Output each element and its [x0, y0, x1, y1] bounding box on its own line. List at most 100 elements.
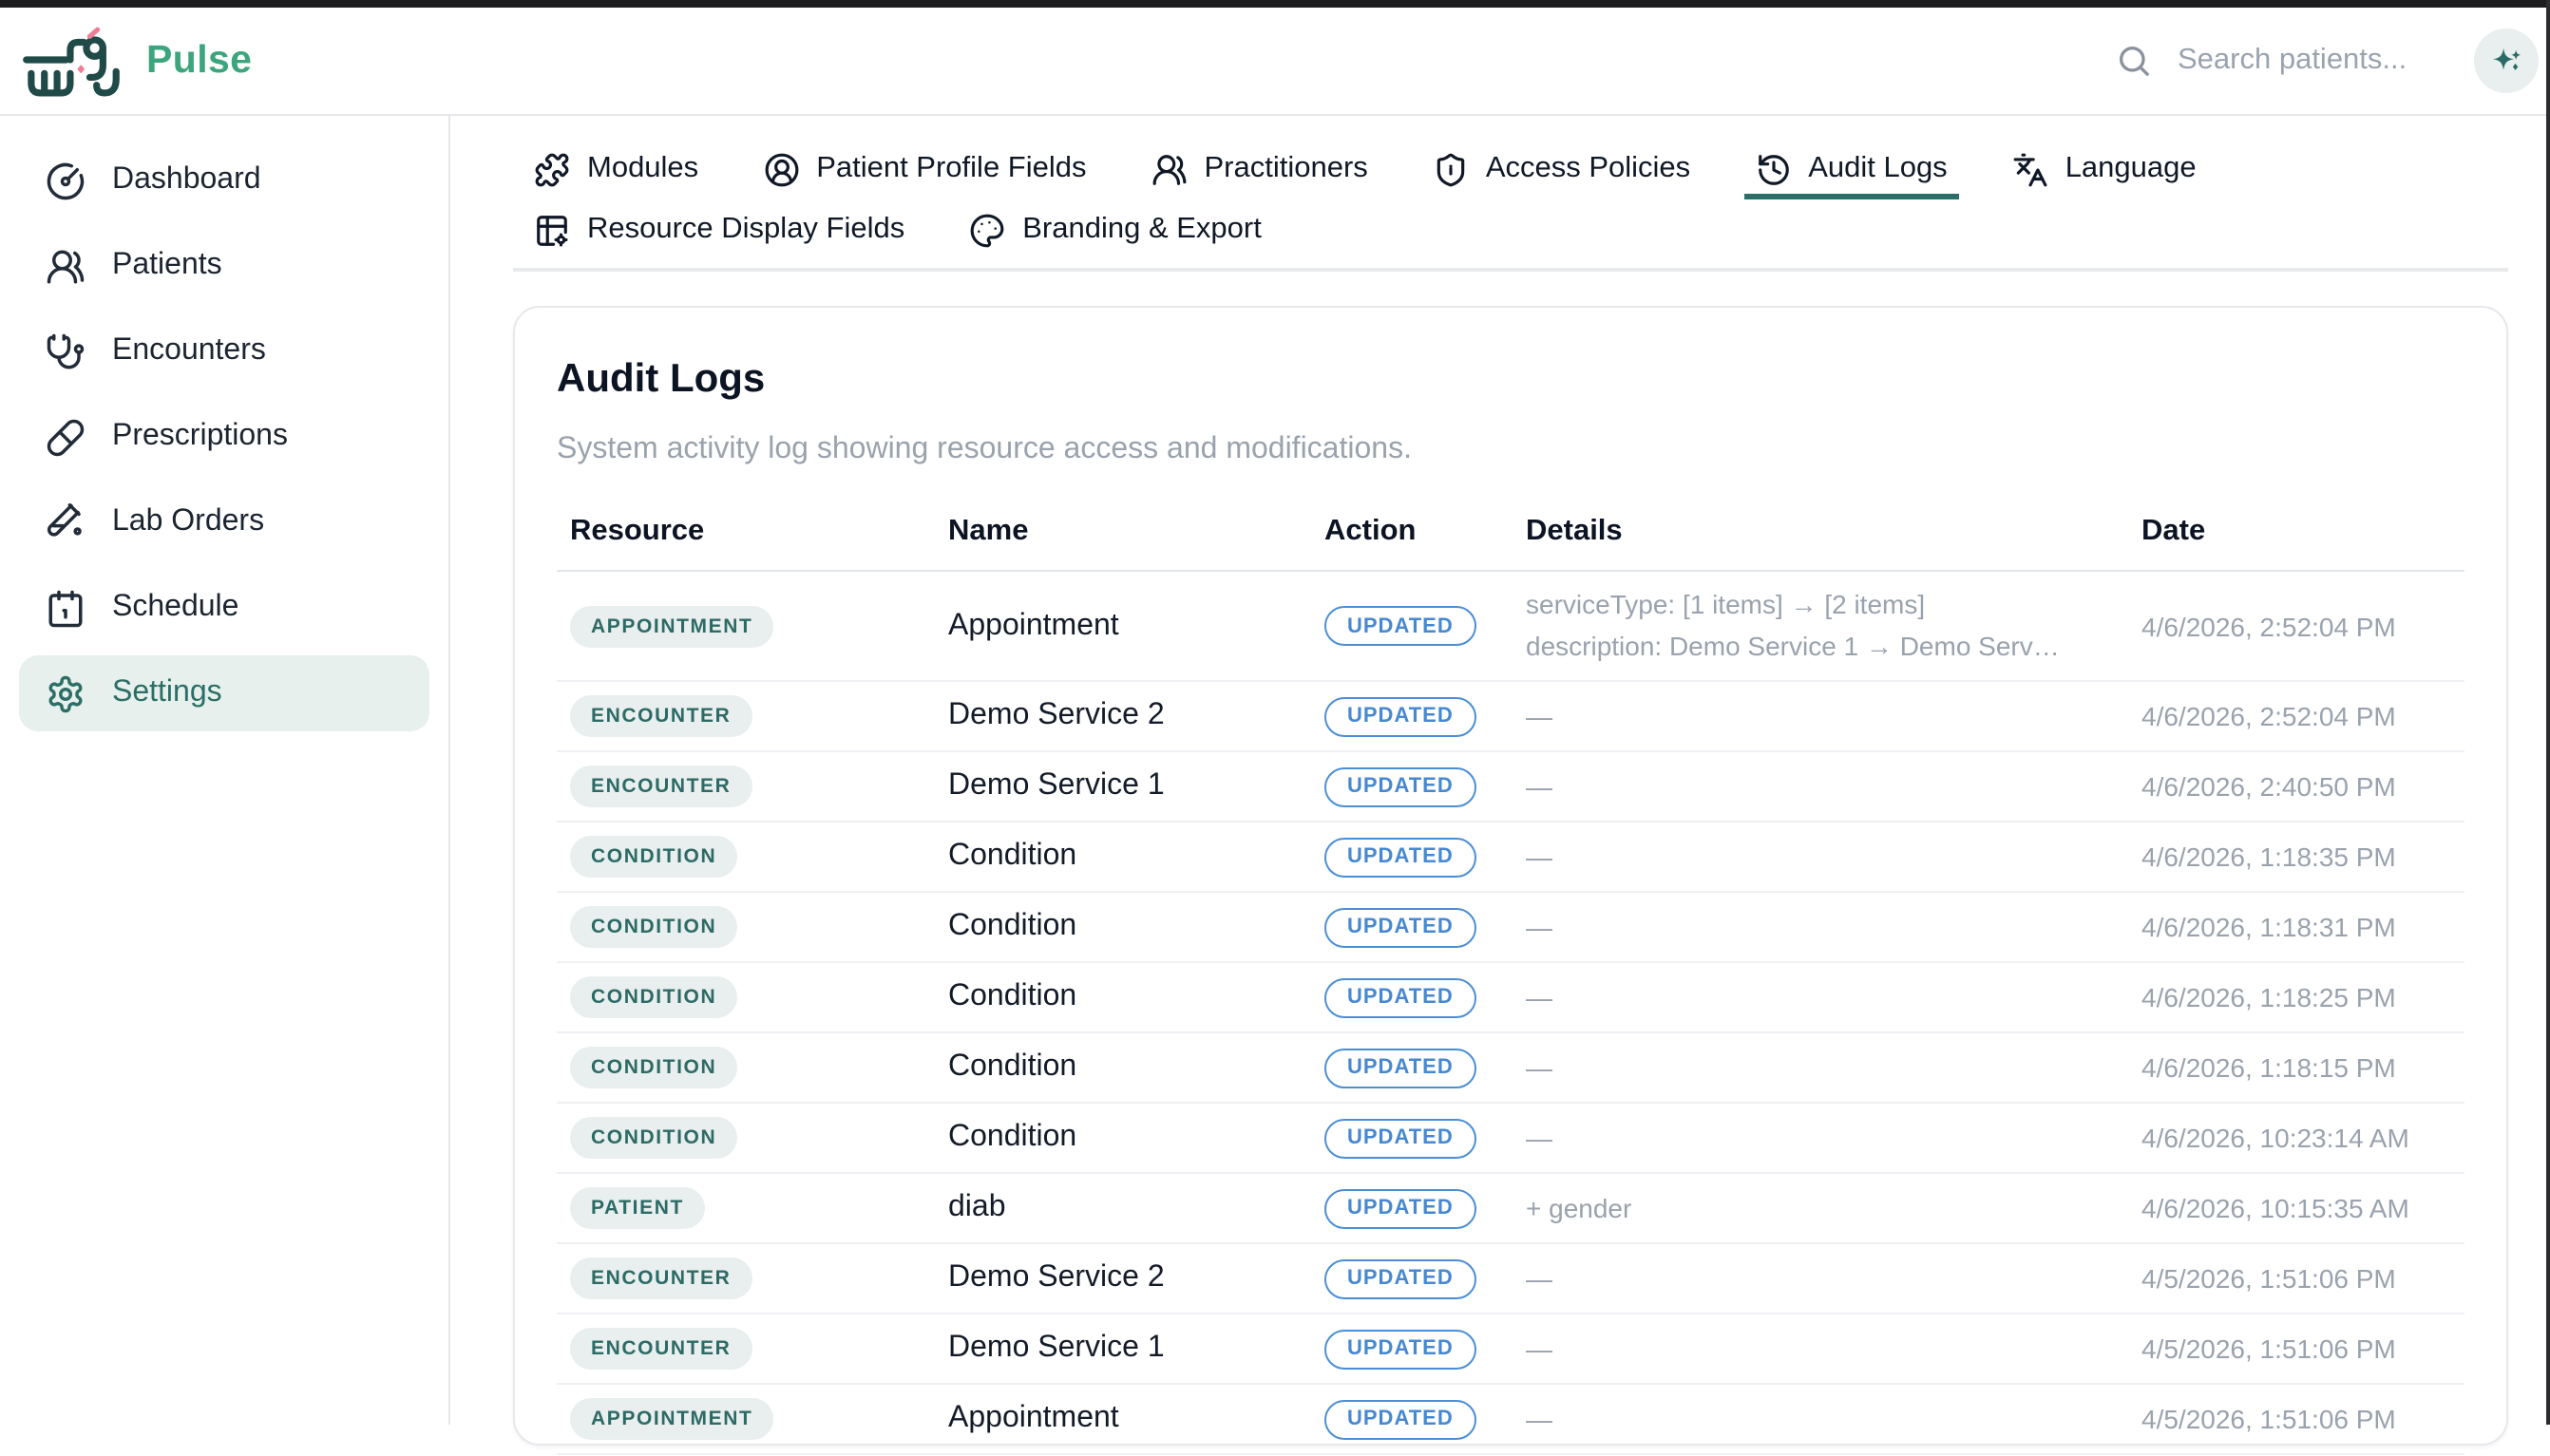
action-badge: UPDATED — [1324, 1259, 1476, 1299]
table-row: CONDITION Condition UPDATED — 4/6/2026, … — [557, 894, 2464, 964]
sidebar-item-encounters[interactable]: Encounters — [19, 313, 429, 389]
tab-label: Practitioners — [1205, 152, 1368, 186]
tab-audit-logs[interactable]: Audit Logs — [1743, 139, 1959, 199]
row-date: 4/6/2026, 10:23:14 AM — [2141, 1124, 2464, 1154]
tab-label: Audit Logs — [1808, 152, 1948, 186]
resource-badge: PATIENT — [570, 1188, 705, 1230]
details-line: — — [1526, 1329, 2122, 1370]
tab-resource-display-fields[interactable]: Resource Display Fields — [523, 199, 916, 260]
resource-badge: ENCOUNTER — [570, 696, 752, 738]
main-content: Modules Patient Profile Fields Practitio… — [450, 116, 2550, 1425]
tab-access-policies[interactable]: Access Policies — [1421, 139, 1702, 199]
tab-modules[interactable]: Modules — [523, 139, 710, 199]
table-header: Resource Name Action Details Date — [557, 494, 2464, 572]
audit-logs-panel: Audit Logs System activity log showing r… — [513, 306, 2508, 1446]
row-date: 4/5/2026, 1:51:06 PM — [2141, 1264, 2464, 1295]
user-circle-icon — [763, 151, 799, 187]
details-line: serviceType: [1 items] → [2 items] — [1526, 585, 2122, 626]
sidebar-item-lab-orders[interactable]: Lab Orders — [19, 484, 429, 560]
row-date: 4/5/2026, 1:51:06 PM — [2141, 1405, 2464, 1435]
row-name: Appointment — [948, 1403, 1324, 1437]
details-line: — — [1526, 1118, 2122, 1159]
table-row: ENCOUNTER Demo Service 2 UPDATED — 4/5/2… — [557, 1245, 2464, 1315]
row-details: — — [1526, 907, 2141, 948]
tab-branding-export[interactable]: Branding & Export — [958, 199, 1273, 260]
table-row: PATIENT diab UPDATED + gender 4/6/2026, … — [557, 1175, 2464, 1245]
sidebar-item-label: Patients — [112, 249, 222, 283]
table-row: APPOINTMENT Appointment UPDATED — 4/5/20… — [557, 1386, 2464, 1456]
table-row: ENCOUNTER Demo Service 1 UPDATED — 4/5/2… — [557, 1315, 2464, 1386]
table-row: CONDITION Condition UPDATED — 4/6/2026, … — [557, 964, 2464, 1034]
sidebar-item-patients[interactable]: Patients — [19, 228, 429, 304]
tab-label: Resource Display Fields — [587, 213, 904, 247]
resource-badge: APPOINTMENT — [570, 605, 773, 647]
action-badge: UPDATED — [1324, 838, 1476, 878]
audit-table-body: APPOINTMENT Appointment UPDATED serviceT… — [557, 572, 2464, 1456]
row-details: + gender — [1526, 1188, 2141, 1229]
row-date: 4/6/2026, 2:40:50 PM — [2141, 772, 2464, 803]
sidebar-item-dashboard[interactable]: Dashboard — [19, 142, 429, 218]
row-name: Condition — [948, 1051, 1324, 1086]
sidebar-item-label: Dashboard — [112, 163, 261, 198]
row-name: Demo Service 1 — [948, 770, 1324, 804]
row-name: Demo Service 1 — [948, 1333, 1324, 1367]
action-badge: UPDATED — [1324, 908, 1476, 948]
window-right-edge — [2546, 0, 2550, 1425]
row-details: serviceType: [1 items] → [2 items]descri… — [1526, 585, 2141, 668]
row-date: 4/6/2026, 2:52:04 PM — [2141, 611, 2464, 641]
waj-logo-icon — [23, 25, 122, 97]
sidebar-item-label: Schedule — [112, 591, 238, 625]
column-header-action: Action — [1324, 515, 1526, 549]
row-details: — — [1526, 1118, 2141, 1159]
sidebar-item-schedule[interactable]: Schedule — [19, 570, 429, 646]
panel-title: Audit Logs — [557, 357, 2464, 403]
tab-patient-profile-fields[interactable]: Patient Profile Fields — [752, 139, 1097, 199]
action-badge: UPDATED — [1324, 978, 1476, 1018]
details-line: + gender — [1526, 1188, 2122, 1229]
table-row: ENCOUNTER Demo Service 1 UPDATED — 4/6/2… — [557, 753, 2464, 823]
tab-practitioners[interactable]: Practitioners — [1140, 139, 1380, 199]
row-date: 4/6/2026, 1:18:25 PM — [2141, 983, 2464, 1013]
search-input[interactable] — [2174, 42, 2444, 80]
column-header-name: Name — [948, 515, 1324, 549]
stethoscope-icon — [46, 331, 86, 371]
resource-badge: ENCOUNTER — [570, 766, 752, 808]
tab-label: Patient Profile Fields — [816, 152, 1086, 186]
row-details: — — [1526, 1329, 2141, 1370]
action-badge: UPDATED — [1324, 767, 1476, 807]
sidebar-item-label: Settings — [112, 676, 222, 710]
row-details: — — [1526, 696, 2141, 737]
resource-badge: CONDITION — [570, 837, 737, 879]
resource-badge: CONDITION — [570, 1118, 737, 1160]
details-line: — — [1526, 1258, 2122, 1299]
sidebar-item-settings[interactable]: Settings — [19, 655, 429, 731]
tab-language[interactable]: Language — [2001, 139, 2208, 199]
column-header-details: Details — [1526, 515, 2141, 549]
action-badge: UPDATED — [1324, 1330, 1476, 1370]
history-icon — [1755, 151, 1791, 187]
column-header-resource: Resource — [557, 515, 948, 549]
row-name: Appointment — [948, 609, 1324, 643]
pill-icon — [46, 417, 86, 457]
sidebar-item-prescriptions[interactable]: Prescriptions — [19, 399, 429, 475]
row-date: 4/6/2026, 1:18:31 PM — [2141, 913, 2464, 943]
details-line: description: Demo Service 1 → Demo Serv… — [1526, 626, 2122, 667]
resource-badge: ENCOUNTER — [570, 1258, 752, 1300]
row-details: — — [1526, 837, 2141, 878]
action-badge: UPDATED — [1324, 1400, 1476, 1440]
resource-badge: CONDITION — [570, 907, 737, 949]
test-tube-icon — [46, 502, 86, 542]
users-icon — [1151, 151, 1188, 187]
resource-badge: CONDITION — [570, 1048, 737, 1089]
resource-badge: APPOINTMENT — [570, 1399, 773, 1441]
details-line: — — [1526, 696, 2122, 737]
panel-description: System activity log showing resource acc… — [557, 433, 2464, 467]
puzzle-icon — [534, 151, 570, 187]
row-name: Condition — [948, 1122, 1324, 1156]
table-settings-icon — [534, 212, 570, 248]
sidebar-item-label: Prescriptions — [112, 420, 288, 454]
ai-assistant-button[interactable] — [2474, 28, 2539, 93]
table-row: CONDITION Condition UPDATED — 4/6/2026, … — [557, 1034, 2464, 1105]
row-name: diab — [948, 1192, 1324, 1226]
table-row: CONDITION Condition UPDATED — 4/6/2026, … — [557, 823, 2464, 894]
